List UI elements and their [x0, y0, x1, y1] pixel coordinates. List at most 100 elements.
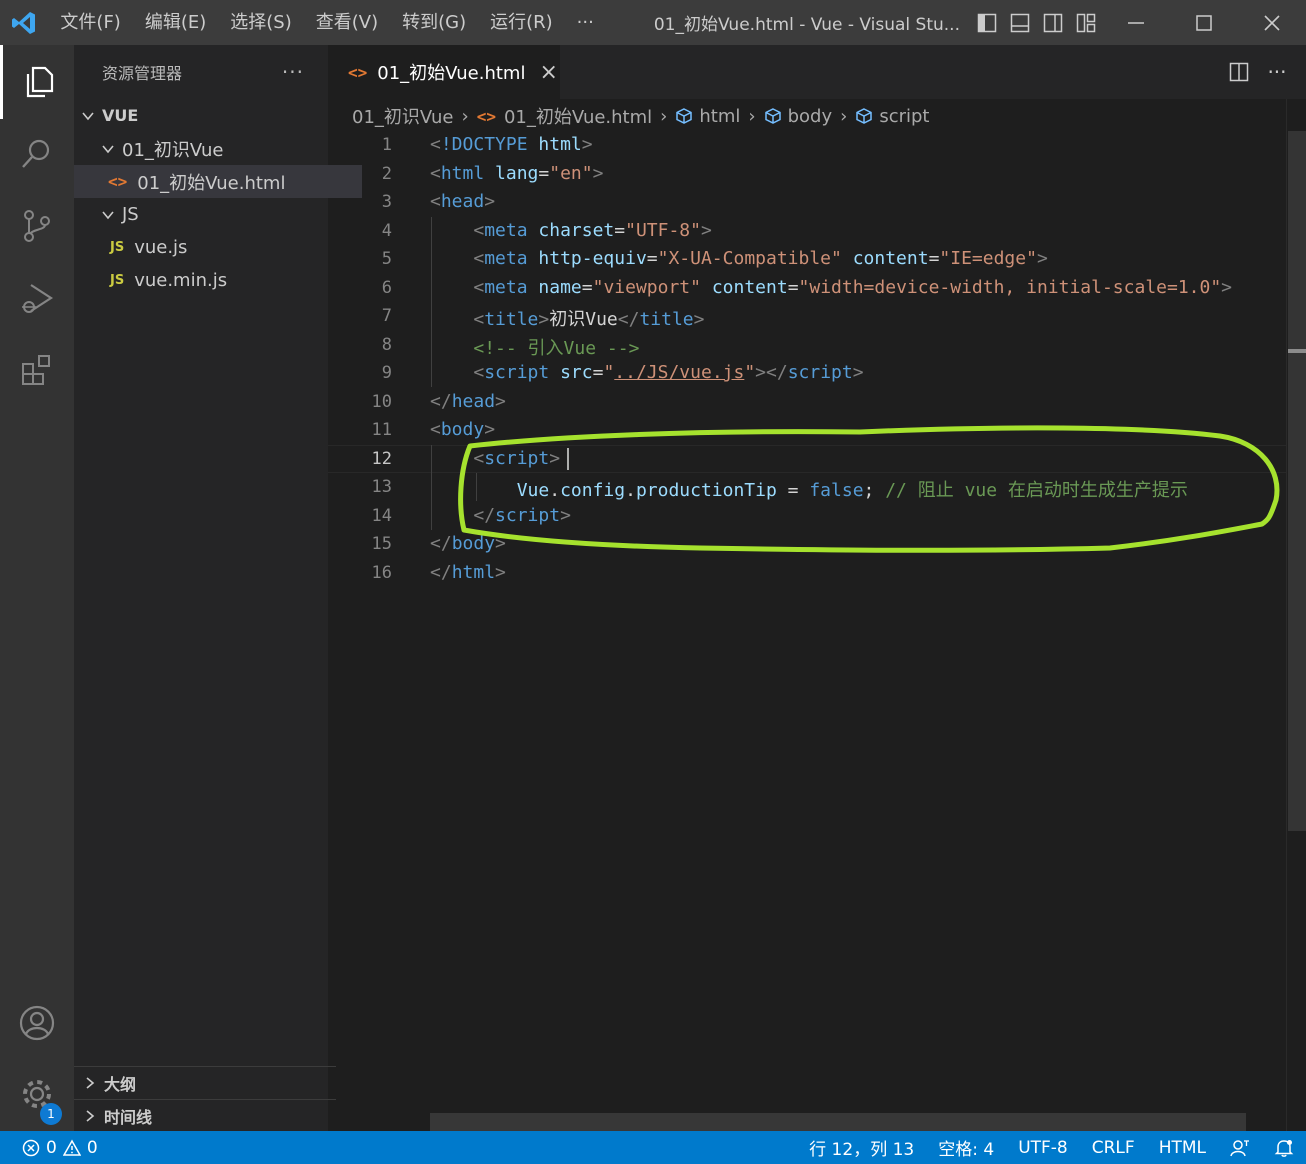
- menu-edit[interactable]: 编辑(E): [133, 0, 218, 45]
- editor-more-icon[interactable]: ···: [1258, 60, 1296, 84]
- settings-gear-icon[interactable]: 1: [0, 1057, 74, 1131]
- scrollbar-cursor-marker: [1288, 349, 1306, 353]
- language-mode[interactable]: HTML: [1147, 1138, 1218, 1158]
- explorer-icon[interactable]: [0, 45, 74, 119]
- line-number: 6: [381, 278, 392, 298]
- breadcrumb-html[interactable]: html: [675, 106, 740, 127]
- customize-layout-icon[interactable]: [1069, 0, 1102, 45]
- breadcrumb-script[interactable]: script: [855, 106, 929, 127]
- breadcrumb-body[interactable]: body: [764, 106, 832, 127]
- chevron-down-icon: [100, 207, 116, 223]
- notifications-bell-icon[interactable]: [1262, 1138, 1306, 1158]
- tree-file-vue-min-js[interactable]: JS vue.min.js: [74, 264, 364, 297]
- cursor-position[interactable]: 行 12，列 13: [797, 1135, 926, 1160]
- layout-controls: [970, 0, 1102, 45]
- toggle-panel-icon[interactable]: [1003, 0, 1036, 45]
- tree-file-html[interactable]: <> 01_初始Vue.html: [74, 165, 362, 198]
- code-line: </html>: [430, 562, 506, 583]
- tree-root-vue[interactable]: VUE: [74, 99, 334, 132]
- sidebar-title: 资源管理器: [102, 64, 183, 83]
- menu-more[interactable]: ···: [565, 0, 606, 45]
- tree-folder-js[interactable]: JS: [74, 198, 354, 231]
- tab-actions: ···: [1220, 45, 1296, 99]
- end-of-line[interactable]: CRLF: [1080, 1138, 1147, 1158]
- accounts-icon[interactable]: [0, 986, 74, 1060]
- tab-label: 01_初始Vue.html: [377, 63, 526, 84]
- run-debug-icon[interactable]: [0, 261, 74, 335]
- horizontal-scrollbar[interactable]: [430, 1113, 1246, 1131]
- tree-item-label: vue.min.js: [134, 270, 228, 291]
- symbol-element-icon: [856, 108, 873, 124]
- breadcrumb-file[interactable]: 01_初始Vue.html: [504, 103, 652, 129]
- chevron-down-icon: [80, 108, 96, 124]
- code-editor[interactable]: 1 2 3 4 5 6 7 8 9 10 11 12 13 14 15 16 <…: [328, 131, 1286, 1113]
- warning-icon: [62, 1138, 81, 1157]
- menu-view[interactable]: 查看(V): [304, 0, 390, 45]
- toggle-secondary-sidebar-icon[interactable]: [1036, 0, 1069, 45]
- line-number: 15: [371, 534, 392, 554]
- feedback-icon[interactable]: [1218, 1138, 1262, 1158]
- indentation[interactable]: 空格: 4: [926, 1135, 1006, 1160]
- problems-indicator[interactable]: 0 0: [0, 1138, 104, 1158]
- menu-selection[interactable]: 选择(S): [218, 0, 303, 45]
- menu-run[interactable]: 运行(R): [478, 0, 565, 45]
- code-line: <meta http-equiv="X-UA-Compatible" conte…: [473, 248, 1048, 269]
- text-cursor: [567, 448, 569, 470]
- line-number: 4: [381, 221, 392, 241]
- code-line: </body>: [430, 533, 506, 554]
- html-file-icon: <>: [476, 106, 496, 126]
- chevron-down-icon: [100, 141, 116, 157]
- chevron-right-icon: ›: [840, 105, 848, 127]
- timeline-panel-header[interactable]: 时间线: [74, 1099, 336, 1132]
- chevron-right-icon: ›: [461, 105, 469, 127]
- chevron-right-icon: [82, 1108, 98, 1124]
- error-icon: [22, 1139, 40, 1157]
- symbol-element-icon: [764, 108, 781, 124]
- menu-go[interactable]: 转到(G): [390, 0, 478, 45]
- extensions-icon[interactable]: [0, 333, 74, 407]
- tree-file-vue-js[interactable]: JS vue.js: [74, 231, 364, 264]
- close-tab-icon[interactable]: ×: [539, 60, 557, 85]
- tree-item-label: 01_初识Vue: [122, 139, 224, 161]
- search-icon[interactable]: [0, 117, 74, 191]
- vscode-logo-icon: [0, 0, 48, 45]
- line-number: 14: [371, 506, 392, 526]
- editor-tab-bar: <> 01_初始Vue.html × ···: [328, 45, 1306, 99]
- vertical-scrollbar-thumb[interactable]: [1288, 131, 1306, 831]
- code-line: <meta name="viewport" content="width=dev…: [473, 277, 1233, 298]
- close-window-icon[interactable]: [1238, 0, 1306, 45]
- code-line: <title>初识Vue</title>: [473, 309, 705, 330]
- chevron-right-icon: [82, 1075, 98, 1091]
- symbol-element-icon: [676, 108, 693, 124]
- line-number: 11: [371, 420, 392, 440]
- breadcrumb-html-label: html: [699, 105, 741, 127]
- maximize-icon[interactable]: [1170, 0, 1238, 45]
- minimize-icon[interactable]: [1102, 0, 1170, 45]
- line-number-current: 12: [371, 449, 392, 469]
- chevron-right-icon: ›: [660, 105, 668, 127]
- encoding[interactable]: UTF-8: [1006, 1138, 1080, 1158]
- outline-panel-header[interactable]: 大纲: [74, 1066, 336, 1099]
- breadcrumb-folder[interactable]: 01_初识Vue: [352, 103, 453, 129]
- split-editor-icon[interactable]: [1220, 62, 1258, 82]
- html-file-icon: <>: [108, 172, 128, 191]
- code-line: </script>: [473, 505, 571, 526]
- menu-file[interactable]: 文件(F): [48, 0, 132, 45]
- line-number: 7: [381, 306, 392, 326]
- code-line: <html lang="en">: [430, 163, 604, 184]
- toggle-sidebar-icon[interactable]: [970, 0, 1003, 45]
- settings-badge: 1: [40, 1103, 62, 1125]
- line-number: 13: [371, 477, 392, 497]
- tab-active-file[interactable]: <> 01_初始Vue.html ×: [328, 45, 560, 99]
- sidebar-more-icon[interactable]: ···: [282, 60, 304, 84]
- tree-folder-01[interactable]: 01_初识Vue: [74, 132, 354, 165]
- tree-item-label: vue.js: [134, 237, 188, 258]
- line-number: 1: [381, 135, 392, 155]
- line-number: 8: [381, 335, 392, 355]
- status-bar: 0 0 行 12，列 13 空格: 4 UTF-8 CRLF HTML: [0, 1131, 1306, 1164]
- html-file-icon: <>: [348, 62, 368, 82]
- error-count: 0: [46, 1137, 57, 1158]
- source-control-icon[interactable]: [0, 189, 74, 263]
- title-bar: 文件(F) 编辑(E) 选择(S) 查看(V) 转到(G) 运行(R) ··· …: [0, 0, 1306, 45]
- code-line: <script>: [473, 448, 561, 469]
